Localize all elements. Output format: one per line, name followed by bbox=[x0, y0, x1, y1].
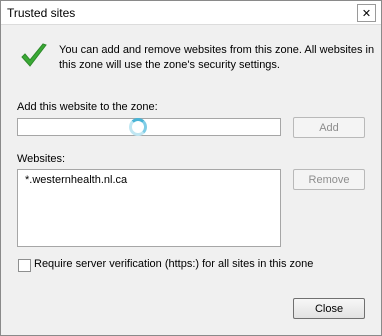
websites-label: Websites: bbox=[17, 153, 66, 165]
require-https-checkbox[interactable] bbox=[18, 259, 31, 272]
add-button[interactable]: Add bbox=[293, 117, 365, 138]
require-https-label[interactable]: Require server verification (https:) for… bbox=[34, 258, 313, 270]
trusted-sites-dialog: Trusted sites ✕ You can add and remove w… bbox=[0, 0, 382, 336]
dialog-title: Trusted sites bbox=[7, 6, 76, 20]
close-button[interactable]: Close bbox=[293, 298, 365, 319]
loading-spinner-icon bbox=[129, 118, 147, 136]
close-window-button[interactable]: ✕ bbox=[357, 4, 376, 22]
list-item[interactable]: *.westernhealth.nl.ca bbox=[25, 174, 127, 186]
title-bar: Trusted sites ✕ bbox=[1, 1, 381, 25]
add-website-label: Add this website to the zone: bbox=[17, 101, 158, 113]
zone-info-text: You can add and remove websites from thi… bbox=[59, 44, 375, 71]
checkmark-icon bbox=[21, 43, 47, 67]
add-website-input[interactable] bbox=[17, 118, 281, 136]
close-icon: ✕ bbox=[361, 7, 372, 20]
remove-button[interactable]: Remove bbox=[293, 169, 365, 190]
